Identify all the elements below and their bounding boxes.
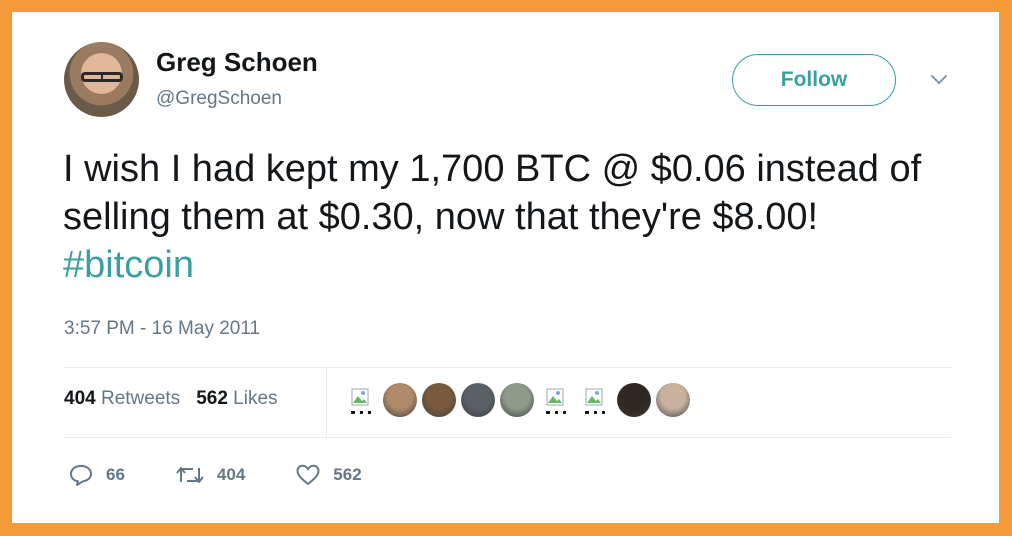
user-handle[interactable]: @GregSchoen <box>156 88 282 110</box>
stats-divider <box>326 367 327 437</box>
broken-image-icon <box>546 388 566 414</box>
heart-icon <box>296 464 320 485</box>
broken-image-icon <box>585 388 605 414</box>
liker-avatars <box>344 383 690 417</box>
tweet-card: Greg Schoen @GregSchoen Follow I wish I … <box>12 12 999 523</box>
user-name[interactable]: Greg Schoen <box>156 47 318 78</box>
liker-avatar[interactable] <box>656 383 690 417</box>
likes-stat[interactable]: 562 Likes <box>196 388 277 410</box>
reply-icon <box>70 465 92 486</box>
retweet-count: 404 <box>216 465 246 484</box>
divider-bottom <box>64 437 951 438</box>
liker-avatar-bitcoin[interactable] <box>500 383 534 417</box>
like-action[interactable]: 562 <box>295 463 362 487</box>
retweets-label: Retweets <box>100 388 181 409</box>
retweet-icon <box>176 467 204 483</box>
tweet-text: I wish I had kept my 1,700 BTC @ $0.06 i… <box>63 145 943 289</box>
divider-top <box>64 367 951 368</box>
tweet-actions: 66 404 562 <box>68 463 412 487</box>
liker-avatar-broken[interactable] <box>344 383 378 417</box>
tweet-timestamp[interactable]: 3:57 PM - 16 May 2011 <box>64 318 260 340</box>
broken-image-icon <box>351 388 371 414</box>
liker-avatar[interactable] <box>461 383 495 417</box>
engagement-stats: 404 Retweets 562 Likes <box>64 388 278 410</box>
avatar-glasses <box>81 72 123 82</box>
retweets-count: 404 <box>64 388 96 409</box>
avatar[interactable] <box>64 42 139 117</box>
liker-avatar[interactable] <box>383 383 417 417</box>
retweet-action[interactable]: 404 <box>175 463 245 487</box>
like-count: 562 <box>333 465 362 484</box>
liker-avatar-broken[interactable] <box>578 383 612 417</box>
chevron-down-icon[interactable] <box>928 70 950 90</box>
liker-avatar[interactable] <box>617 383 651 417</box>
follow-button[interactable]: Follow <box>732 54 896 106</box>
likes-label: Likes <box>233 388 278 409</box>
reply-count: 66 <box>106 465 125 484</box>
liker-avatar-broken[interactable] <box>539 383 573 417</box>
liker-avatar[interactable] <box>422 383 456 417</box>
tweet-body: I wish I had kept my 1,700 BTC @ $0.06 i… <box>63 148 922 238</box>
reply-action[interactable]: 66 <box>68 463 125 487</box>
hashtag-link[interactable]: #bitcoin <box>63 244 194 286</box>
retweets-stat[interactable]: 404 Retweets <box>64 388 180 410</box>
likes-count: 562 <box>196 388 228 409</box>
